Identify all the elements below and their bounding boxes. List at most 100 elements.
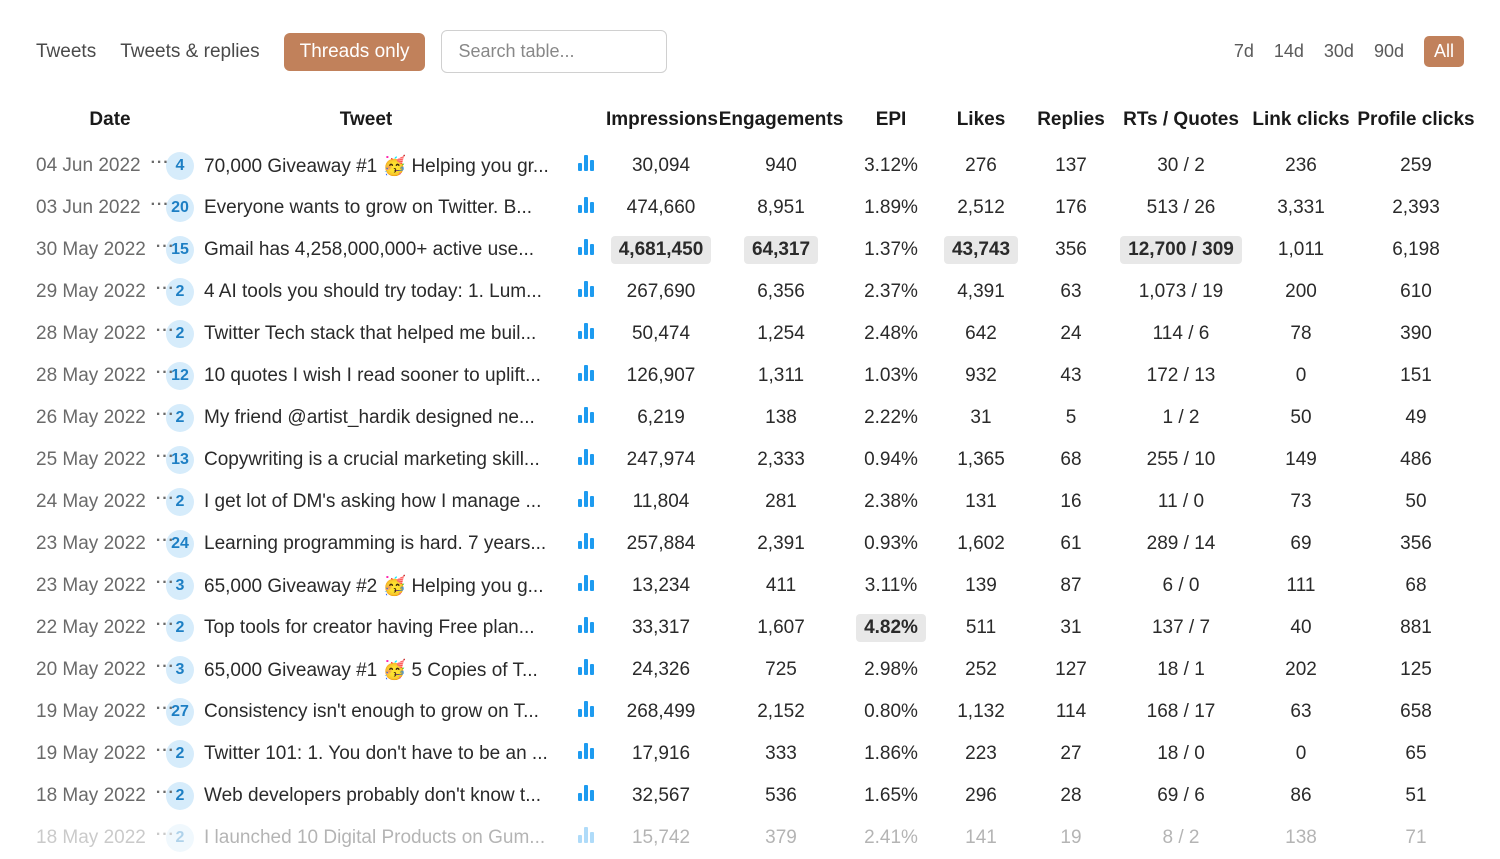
more-icon[interactable]: ··· — [156, 452, 175, 462]
col-tweet[interactable]: Tweet — [166, 109, 566, 131]
col-replies[interactable]: Replies — [1026, 109, 1116, 131]
cell-engagements: 2,391 — [716, 533, 846, 555]
more-icon[interactable]: ··· — [156, 830, 175, 840]
tweet-text[interactable]: Consistency isn't enough to grow on T... — [204, 701, 539, 723]
table-row[interactable]: 18 May 2022 ··· 2 I launched 10 Digital … — [36, 817, 1464, 859]
table-row[interactable]: 30 May 2022 ··· 15 Gmail has 4,258,000,0… — [36, 229, 1464, 271]
analytics-icon[interactable] — [578, 617, 594, 633]
table-row[interactable]: 24 May 2022 ··· 2 I get lot of DM's aski… — [36, 481, 1464, 523]
more-icon[interactable]: ··· — [156, 284, 175, 294]
tweet-text[interactable]: 10 quotes I wish I read sooner to uplift… — [204, 365, 541, 387]
col-profile-clicks[interactable]: Profile clicks — [1356, 109, 1476, 131]
analytics-icon[interactable] — [578, 533, 594, 549]
cell-replies: 43 — [1026, 365, 1116, 387]
analytics-icon[interactable] — [578, 701, 594, 717]
table-row[interactable]: 23 May 2022 ··· 24 Learning programming … — [36, 523, 1464, 565]
tweet-text[interactable]: Top tools for creator having Free plan..… — [204, 617, 535, 639]
analytics-icon[interactable] — [578, 155, 594, 171]
search-input[interactable] — [441, 30, 667, 73]
range-30d[interactable]: 30d — [1324, 41, 1354, 62]
cell-likes: 932 — [936, 365, 1026, 387]
tweet-text[interactable]: 70,000 Giveaway #1 🥳 Helping you gr... — [204, 154, 549, 178]
more-icon[interactable]: ··· — [156, 704, 175, 714]
more-icon[interactable]: ··· — [156, 578, 175, 588]
more-icon[interactable]: ··· — [151, 200, 170, 210]
table-row[interactable]: 25 May 2022 ··· 13 Copywriting is a cruc… — [36, 439, 1464, 481]
tweet-text[interactable]: My friend @artist_hardik designed ne... — [204, 407, 535, 429]
tweet-text[interactable]: 4 AI tools you should try today: 1. Lum.… — [204, 281, 542, 303]
analytics-icon[interactable] — [578, 365, 594, 381]
range-7d[interactable]: 7d — [1234, 41, 1254, 62]
analytics-icon[interactable] — [578, 449, 594, 465]
analytics-icon[interactable] — [578, 407, 594, 423]
table-row[interactable]: 28 May 2022 ··· 12 10 quotes I wish I re… — [36, 355, 1464, 397]
cell-impressions: 30,094 — [606, 155, 716, 177]
cell-epi: 2.37% — [846, 281, 936, 303]
cell-engagements: 333 — [716, 743, 846, 765]
table-row[interactable]: 04 Jun 2022 ··· 4 70,000 Giveaway #1 🥳 H… — [36, 145, 1464, 187]
col-impressions[interactable]: Impressions — [606, 109, 716, 131]
tweet-text[interactable]: I launched 10 Digital Products on Gum... — [204, 827, 545, 849]
tab-tweets[interactable]: Tweets — [36, 41, 96, 63]
cell-likes: 131 — [936, 491, 1026, 513]
more-icon[interactable]: ··· — [156, 620, 175, 630]
analytics-icon[interactable] — [578, 281, 594, 297]
col-likes[interactable]: Likes — [936, 109, 1026, 131]
more-icon[interactable]: ··· — [156, 746, 175, 756]
analytics-icon[interactable] — [578, 659, 594, 675]
more-icon[interactable]: ··· — [156, 494, 175, 504]
tweet-text[interactable]: Twitter 101: 1. You don't have to be an … — [204, 743, 548, 765]
more-icon[interactable]: ··· — [156, 242, 175, 252]
analytics-icon[interactable] — [578, 239, 594, 255]
range-all[interactable]: All — [1424, 36, 1464, 67]
analytics-icon[interactable] — [578, 827, 594, 843]
tweet-text[interactable]: 65,000 Giveaway #1 🥳 5 Copies of T... — [204, 658, 538, 682]
col-rts-quotes[interactable]: RTs / Quotes — [1116, 109, 1246, 131]
cell-engagements: 1,254 — [716, 323, 846, 345]
tweet-text[interactable]: Twitter Tech stack that helped me buil..… — [204, 323, 536, 345]
tab-threads-only[interactable]: Threads only — [284, 33, 426, 71]
table-row[interactable]: 29 May 2022 ··· 2 4 AI tools you should … — [36, 271, 1464, 313]
tweet-text[interactable]: 65,000 Giveaway #2 🥳 Helping you g... — [204, 574, 543, 598]
analytics-icon[interactable] — [578, 197, 594, 213]
tweet-text[interactable]: Copywriting is a crucial marketing skill… — [204, 449, 540, 471]
cell-likes: 141 — [936, 827, 1026, 849]
cell-replies: 31 — [1026, 617, 1116, 639]
col-epi[interactable]: EPI — [846, 109, 936, 131]
table-row[interactable]: 22 May 2022 ··· 2 Top tools for creator … — [36, 607, 1464, 649]
analytics-icon[interactable] — [578, 743, 594, 759]
col-engagements[interactable]: Engagements — [716, 109, 846, 131]
table-row[interactable]: 03 Jun 2022 ··· 20 Everyone wants to gro… — [36, 187, 1464, 229]
more-icon[interactable]: ··· — [156, 788, 175, 798]
tweet-text[interactable]: Learning programming is hard. 7 years... — [204, 533, 546, 555]
range-90d[interactable]: 90d — [1374, 41, 1404, 62]
table-row[interactable]: 19 May 2022 ··· 27 Consistency isn't eno… — [36, 691, 1464, 733]
tweet-text[interactable]: Everyone wants to grow on Twitter. B... — [204, 197, 532, 219]
analytics-icon[interactable] — [578, 491, 594, 507]
table-row[interactable]: 23 May 2022 ··· 3 65,000 Giveaway #2 🥳 H… — [36, 565, 1464, 607]
more-icon[interactable]: ··· — [156, 410, 175, 420]
col-link-clicks[interactable]: Link clicks — [1246, 109, 1356, 131]
analytics-icon[interactable] — [578, 785, 594, 801]
cell-replies: 19 — [1026, 827, 1116, 849]
table-row[interactable]: 20 May 2022 ··· 3 65,000 Giveaway #1 🥳 5… — [36, 649, 1464, 691]
cell-profile-clicks: 65 — [1356, 743, 1476, 765]
tab-tweets-replies[interactable]: Tweets & replies — [120, 41, 259, 63]
cell-rts-quotes: 12,700 / 309 — [1116, 236, 1246, 264]
analytics-icon[interactable] — [578, 575, 594, 591]
more-icon[interactable]: ··· — [156, 536, 175, 546]
analytics-icon[interactable] — [578, 323, 594, 339]
more-icon[interactable]: ··· — [156, 326, 175, 336]
more-icon[interactable]: ··· — [156, 662, 175, 672]
table-row[interactable]: 18 May 2022 ··· 2 Web developers probabl… — [36, 775, 1464, 817]
table-row[interactable]: 28 May 2022 ··· 2 Twitter Tech stack tha… — [36, 313, 1464, 355]
tweet-text[interactable]: Web developers probably don't know t... — [204, 785, 541, 807]
table-row[interactable]: 19 May 2022 ··· 2 Twitter 101: 1. You do… — [36, 733, 1464, 775]
tweet-text[interactable]: I get lot of DM's asking how I manage ..… — [204, 491, 541, 513]
more-icon[interactable]: ··· — [156, 368, 175, 378]
range-14d[interactable]: 14d — [1274, 41, 1304, 62]
col-date[interactable]: Date — [36, 109, 166, 131]
more-icon[interactable]: ··· — [151, 158, 170, 168]
tweet-text[interactable]: Gmail has 4,258,000,000+ active use... — [204, 239, 534, 261]
table-row[interactable]: 26 May 2022 ··· 2 My friend @artist_hard… — [36, 397, 1464, 439]
